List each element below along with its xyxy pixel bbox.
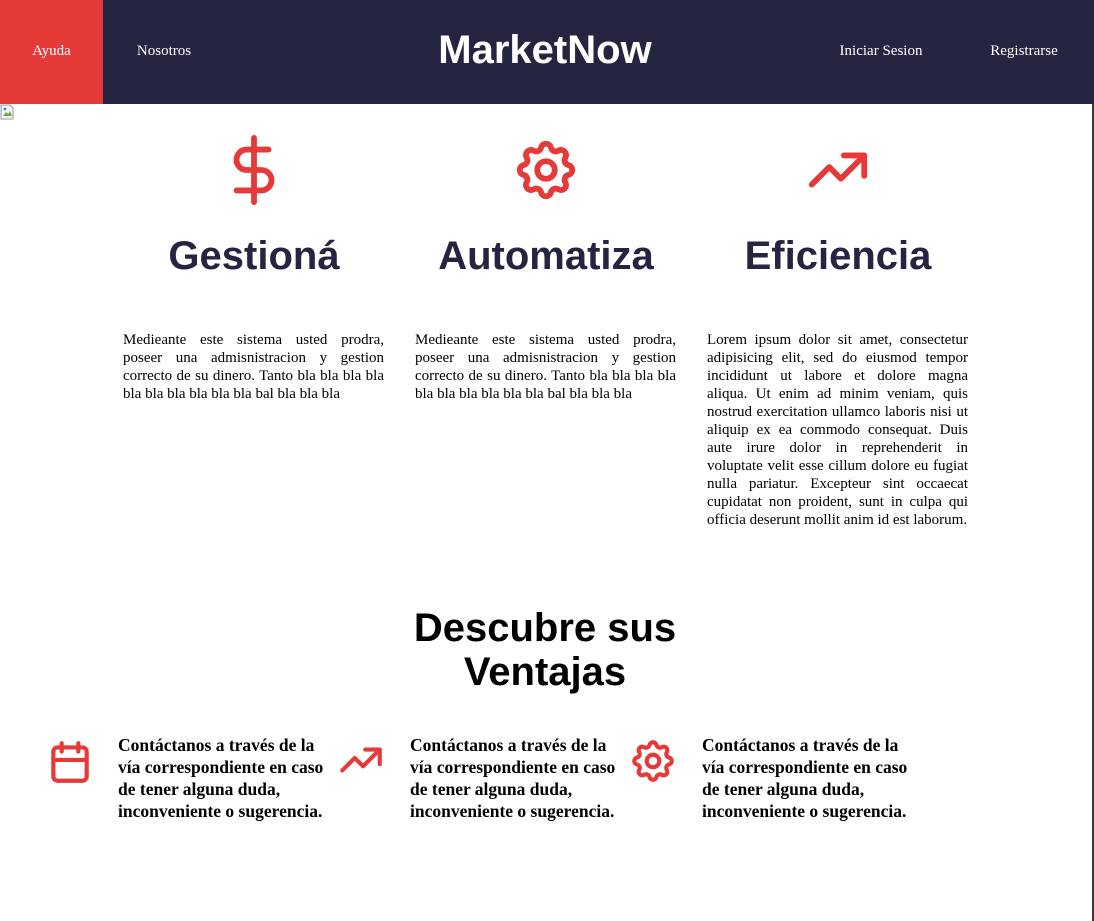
advantage-text: Contáctanos a través de la vía correspon… — [702, 735, 908, 821]
nav-link-login[interactable]: Iniciar Sesion — [808, 0, 954, 104]
feature-description: Lorem ipsum dolor sit amet, consectetur … — [707, 332, 968, 528]
nav-link-help[interactable]: Ayuda — [0, 0, 103, 104]
feature-card-eficiencia: Eficiencia Lorem ipsum dolor sit amet, c… — [707, 135, 969, 528]
nav-link-register[interactable]: Registrarse — [954, 0, 1094, 104]
gear-icon — [632, 740, 674, 782]
feature-title: Eficiencia — [744, 234, 932, 278]
trending-up-icon — [340, 747, 382, 773]
calendar-icon — [51, 741, 89, 783]
navbar: Ayuda Nosotros MarketNow Iniciar Sesion … — [0, 0, 1094, 104]
broken-image-icon — [0, 104, 14, 120]
advantages-title: Descubre sus Ventajas — [413, 606, 677, 694]
advantage-text: Contáctanos a través de la vía correspon… — [410, 735, 616, 821]
feature-description: Medieante este sistema usted prodra, pos… — [123, 332, 384, 402]
feature-title: Gestioná — [168, 234, 340, 278]
nav-link-about[interactable]: Nosotros — [103, 0, 225, 104]
dollar-icon — [233, 135, 275, 205]
gear-icon — [516, 140, 576, 200]
feature-card-gestiona: Gestioná Medieante este sistema usted pr… — [123, 135, 385, 402]
trending-up-icon — [808, 152, 868, 188]
advantage-text: Contáctanos a través de la vía correspon… — [118, 735, 324, 821]
feature-description: Medieante este sistema usted prodra, pos… — [415, 332, 676, 402]
feature-card-automatiza: Automatiza Medieante este sistema usted … — [415, 135, 677, 402]
feature-title: Automatiza — [438, 234, 654, 278]
brand-logo[interactable]: MarketNow — [380, 0, 710, 104]
